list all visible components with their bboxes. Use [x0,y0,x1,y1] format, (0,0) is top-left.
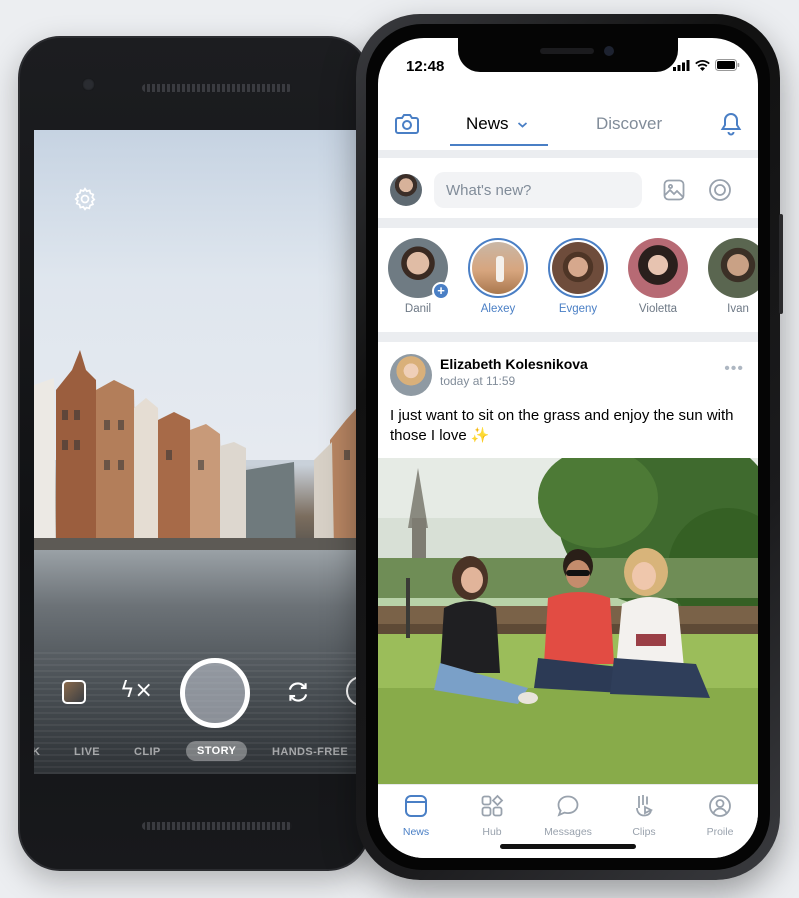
story-item[interactable]: Ivan [702,238,758,315]
top-bar: News Discover [378,100,758,148]
separator [378,150,758,158]
camera-screen: ϟ× K LIVE CLIP STORY HANDS-FREE [34,130,374,774]
clips-icon [636,795,654,817]
post-timestamp: today at 11:59 [440,374,516,388]
story-item[interactable]: Evgeny [542,238,614,315]
post-author-name[interactable]: Elizabeth Kolesnikova [440,356,588,372]
status-time: 12:48 [406,58,445,75]
side-button [779,214,783,314]
nav-profile[interactable]: Proile [682,793,758,838]
home-indicator [500,844,636,849]
gallery-icon[interactable] [62,680,86,704]
flash-off-icon[interactable]: ϟ× [120,678,153,703]
notch [458,38,678,72]
park-scene [378,458,758,784]
news-icon [405,795,427,817]
post-text-body: I just want to sit on the grass and enjo… [390,407,734,444]
story-photo [552,242,604,294]
camera-icon[interactable] [394,112,420,136]
vk-app-screen: 12:48 News Discover What's new? + Danil … [378,38,758,858]
notifications-bell-icon[interactable] [720,112,742,136]
separator [378,332,758,342]
canal-buildings [34,350,374,560]
photo-attach-icon[interactable] [662,178,686,202]
story-name: Ivan [727,303,749,315]
feed-post: Elizabeth Kolesnikova today at 11:59 •••… [378,342,758,784]
story-item[interactable]: + Danil [382,238,454,315]
mode-hands-free[interactable]: HANDS-FREE [272,746,348,758]
story-name: Alexey [480,303,516,315]
signal-icon [673,59,690,71]
front-camera [82,78,95,91]
my-avatar[interactable] [390,174,422,206]
mode-story[interactable]: STORY [186,741,248,761]
nav-label: Clips [632,826,656,838]
stories-row: + Danil Alexey Evgeny Violetta Ivan [378,228,758,332]
earpiece [540,48,594,54]
top-speaker [142,84,292,92]
post-text: I just want to sit on the grass and enjo… [390,406,740,446]
chevron-down-icon [518,121,528,128]
nav-clips[interactable]: Clips [606,793,682,838]
story-item[interactable]: Violetta [622,238,694,315]
story-name: Evgeny [558,303,598,315]
wifi-icon [695,59,710,71]
flip-camera-icon[interactable] [284,678,312,706]
mode-live[interactable]: LIVE [74,746,100,758]
status-icons [673,59,740,71]
post-photo[interactable] [378,458,758,784]
story-avatar: + [388,238,450,300]
story-item[interactable]: Alexey [462,238,534,315]
story-avatar [468,238,528,298]
mode-prev-partial: K [34,746,41,758]
separator [378,218,758,228]
story-name: Danil [404,303,432,315]
story-avatar [708,238,758,298]
story-name: Violetta [638,303,678,315]
settings-icon[interactable] [72,186,98,212]
nav-label: Proile [706,826,734,838]
story-avatar [548,238,608,298]
nav-label: Hub [482,826,502,838]
front-camera [604,46,614,56]
tab-news-label: News [466,114,509,133]
nav-label: News [402,826,430,838]
hub-icon [481,794,504,817]
nav-label: Messages [544,826,592,838]
story-camera-icon[interactable] [708,178,732,202]
tab-news-underline [450,144,548,146]
battery-icon [715,59,740,71]
whats-new-input[interactable]: What's new? [434,172,642,208]
bottom-speaker [142,822,292,830]
story-avatar [628,238,688,298]
more-options-icon[interactable]: ••• [724,360,744,378]
post-author-avatar[interactable] [390,354,432,396]
profile-icon [709,795,731,817]
nav-hub[interactable]: Hub [454,793,530,838]
tab-news[interactable]: News [466,114,528,134]
nav-news[interactable]: News [378,793,454,838]
nav-messages[interactable]: Messages [530,793,606,838]
post-composer: What's new? [378,162,758,218]
mode-clip[interactable]: CLIP [134,746,161,758]
story-figure [496,256,504,282]
add-story-icon[interactable]: + [432,282,450,300]
story-photo [472,242,524,294]
tab-discover[interactable]: Discover [596,114,662,134]
android-phone: ϟ× K LIVE CLIP STORY HANDS-FREE [18,36,374,871]
iphone: 12:48 News Discover What's new? + Danil … [356,14,783,880]
shutter-button[interactable] [180,658,250,728]
messages-icon [557,795,579,817]
camera-mode-selector: K LIVE CLIP STORY HANDS-FREE [34,741,374,766]
sparkles-emoji: ✨ [470,427,490,444]
